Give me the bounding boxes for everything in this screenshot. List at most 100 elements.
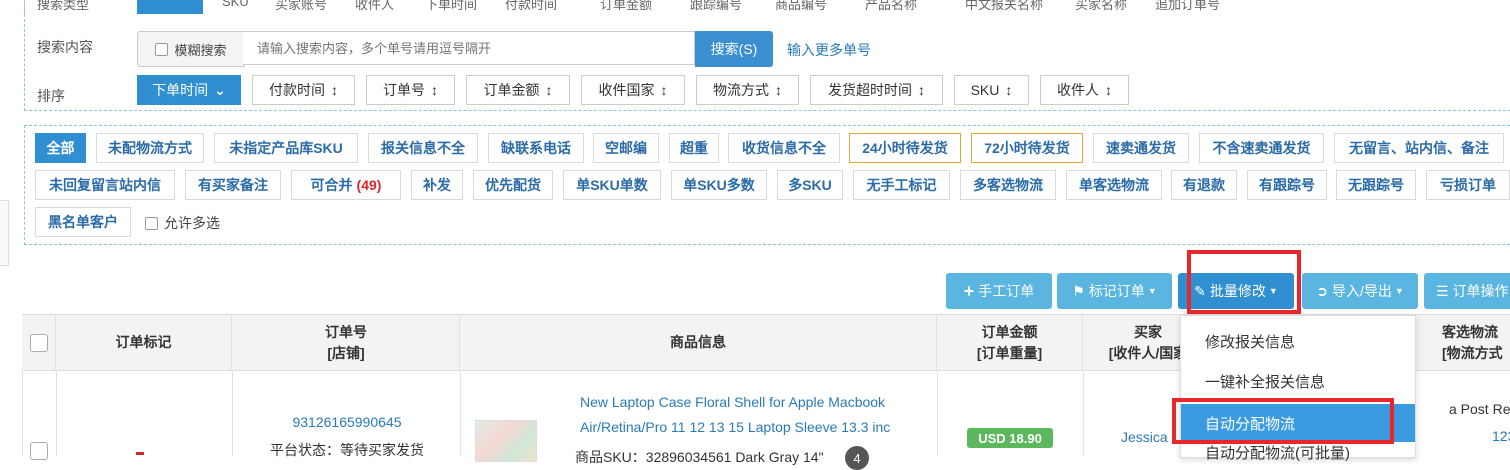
filter-multi-sku[interactable]: 多SKU	[777, 170, 843, 200]
search-button[interactable]: 搜索(S)	[695, 31, 773, 67]
filter-24h-ship[interactable]: 24小时待发货	[849, 133, 961, 163]
search-type-sku[interactable]: SKU	[222, 0, 249, 9]
filter-aliexpress-ship[interactable]: 速卖通发货	[1093, 133, 1189, 163]
sort-label-order-no: 订单号	[383, 82, 425, 98]
sort-country[interactable]: 收件国家 ↕	[581, 75, 685, 105]
filter-no-tracking[interactable]: 无跟踪号	[1336, 170, 1416, 200]
side-collapse-handle[interactable]	[0, 200, 9, 266]
sort-label-order-time: 下单时间	[152, 82, 209, 98]
filter-buyer-note[interactable]: 有买家备注	[185, 170, 281, 200]
search-group: 模糊搜索 搜索(S)	[137, 31, 777, 67]
order-ops-button[interactable]: ☰ 订单操作	[1424, 273, 1510, 309]
filter-reship[interactable]: 补发	[411, 170, 463, 200]
product-title[interactable]: New Laptop Case Floral Shell for Apple M…	[580, 390, 920, 440]
fuzzy-search-toggle[interactable]: 模糊搜索	[137, 31, 245, 67]
sort-amount[interactable]: 订单金额 ↕	[466, 75, 570, 105]
search-type-append-order[interactable]: 追加订单号	[1155, 0, 1220, 13]
search-type-label: 搜索类型	[37, 0, 90, 12]
search-type-amount[interactable]: 订单金额	[600, 0, 652, 13]
filter-all[interactable]: 全部	[35, 133, 86, 163]
search-type-buyer-name[interactable]: 买家名称	[1075, 0, 1127, 13]
filter-receipt-incomplete[interactable]: 收货信息不全	[728, 133, 840, 163]
filter-overweight[interactable]: 超重	[669, 133, 719, 163]
filter-no-manual-mark[interactable]: 无手工标记	[853, 170, 950, 200]
filter-no-logistics[interactable]: 未配物流方式	[96, 133, 204, 163]
th-logistics-label: 客选物流	[1442, 323, 1498, 340]
filter-blacklist[interactable]: 黑名单客户	[35, 207, 131, 237]
menu-item-auto-assign-batch[interactable]: 自动分配物流(可批量)	[1181, 442, 1415, 462]
platform-status: 平台状态：等待买家发货	[270, 442, 424, 458]
filter-no-aliexpress-ship[interactable]: 不含速卖通发货	[1199, 133, 1324, 163]
sort-pay-time[interactable]: 付款时间 ↕	[252, 75, 355, 105]
sort-label-logistics: 物流方式	[713, 82, 769, 98]
allow-multi-label: 允许多选	[164, 215, 220, 231]
th-order-no-label: 订单号	[325, 323, 367, 340]
sort-icon: ↕	[545, 82, 553, 98]
th-amount-label: 订单金额	[981, 323, 1038, 340]
search-input[interactable]	[243, 31, 695, 65]
select-all-checkbox[interactable]	[30, 334, 48, 352]
sort-order-time[interactable]: 下单时间 ⌄	[137, 75, 241, 105]
caret-down-icon: ▼	[1394, 286, 1404, 296]
sort-sku[interactable]: SKU ↕	[954, 75, 1029, 105]
search-type-product-no[interactable]: 商品编号	[775, 0, 827, 13]
sort-order-no[interactable]: 订单号 ↕	[366, 75, 455, 105]
filter-customs-incomplete[interactable]: 报关信息不全	[368, 133, 478, 163]
th-order-no-sub: [店铺]	[327, 344, 365, 361]
sort-ship-timeout[interactable]: 发货超时时间 ↕	[810, 75, 943, 105]
sort-label-recipient: 收件人	[1057, 82, 1099, 98]
sort-recipient[interactable]: 收件人 ↕	[1040, 75, 1129, 105]
import-export-button[interactable]: ➲ 导入/导出 ▼	[1302, 273, 1418, 309]
allow-multi-checkbox[interactable]	[145, 216, 158, 230]
menu-item-modify-customs[interactable]: 修改报关信息	[1181, 322, 1415, 360]
search-type-buyer-account[interactable]: 买家账号	[275, 0, 327, 13]
filter-loss-order[interactable]: 亏损订单	[1426, 170, 1510, 200]
order-number[interactable]: 93126165990645	[233, 414, 461, 430]
filter-no-sku[interactable]: 未指定产品库SKU	[214, 133, 358, 163]
search-type-strip: 搜索类型 SKU 买家账号 收件人 下单时间 付款时间 订单金额 跟踪编号 商品…	[24, 0, 1510, 14]
menu-item-complete-customs[interactable]: 一键补全报关信息	[1181, 362, 1415, 400]
filter-single-sku-single[interactable]: 单SKU单数	[563, 170, 661, 200]
sort-icon: ↕	[775, 82, 782, 98]
sort-label-amount: 订单金额	[483, 82, 540, 98]
caret-down-icon: ▼	[1147, 286, 1157, 296]
search-type-product-name[interactable]: 产品名称	[865, 0, 917, 13]
row-checkbox[interactable]	[30, 442, 48, 460]
more-orders-link[interactable]: 输入更多单号	[787, 40, 871, 60]
logistics-number[interactable]: 123	[1492, 428, 1510, 444]
fuzzy-checkbox[interactable]	[155, 42, 169, 56]
search-type-customs-name[interactable]: 中文报关名称	[965, 0, 1043, 13]
filter-multi-choice-logistics[interactable]: 多客选物流	[960, 170, 1056, 200]
filter-no-zip[interactable]: 空邮编	[593, 133, 659, 163]
search-type-tracking[interactable]: 跟踪编号	[690, 0, 742, 13]
search-type-active[interactable]	[137, 0, 203, 14]
col-divider	[1083, 370, 1084, 456]
filter-no-phone[interactable]: 缺联系电话	[488, 133, 584, 163]
fuzzy-label: 模糊搜索	[174, 42, 227, 58]
th-order-mark-label: 订单标记	[115, 334, 172, 350]
filter-unreplied[interactable]: 未回复留言站内信	[35, 170, 175, 200]
filter-has-tracking[interactable]: 有跟踪号	[1247, 170, 1327, 200]
buyer-name[interactable]: Jessica	[1121, 429, 1168, 445]
filter-single-sku-multi[interactable]: 单SKU多数	[671, 170, 767, 200]
manual-order-button[interactable]: + 手工订单	[946, 273, 1052, 309]
th-amount: 订单金额 [订单重量]	[937, 315, 1082, 370]
tag-icon: ⚑	[1072, 282, 1085, 299]
search-type-recipient[interactable]: 收件人	[355, 0, 394, 13]
filter-priority[interactable]: 优先配货	[473, 170, 553, 200]
order-amount-badge: USD 18.90	[967, 428, 1053, 448]
allow-multi-select[interactable]: 允许多选	[145, 213, 220, 233]
list-icon: ☰	[1436, 282, 1449, 299]
filter-mergeable[interactable]: 可合并 (49)	[291, 170, 401, 200]
search-type-pay-time[interactable]: 付款时间	[505, 0, 557, 13]
search-type-order-time[interactable]: 下单时间	[425, 0, 477, 13]
sort-icon: ↕	[1005, 82, 1013, 98]
col-divider	[937, 370, 938, 456]
filter-72h-ship[interactable]: 72小时待发货	[971, 133, 1083, 163]
filter-no-messages[interactable]: 无留言、站内信、备注	[1334, 133, 1504, 163]
filter-single-choice-logistics[interactable]: 单客选物流	[1066, 170, 1162, 200]
filter-refund[interactable]: 有退款	[1171, 170, 1237, 200]
mark-order-button[interactable]: ⚑ 标记订单 ▼	[1057, 273, 1172, 309]
plus-icon: +	[963, 280, 975, 301]
sort-logistics[interactable]: 物流方式 ↕	[696, 75, 799, 105]
